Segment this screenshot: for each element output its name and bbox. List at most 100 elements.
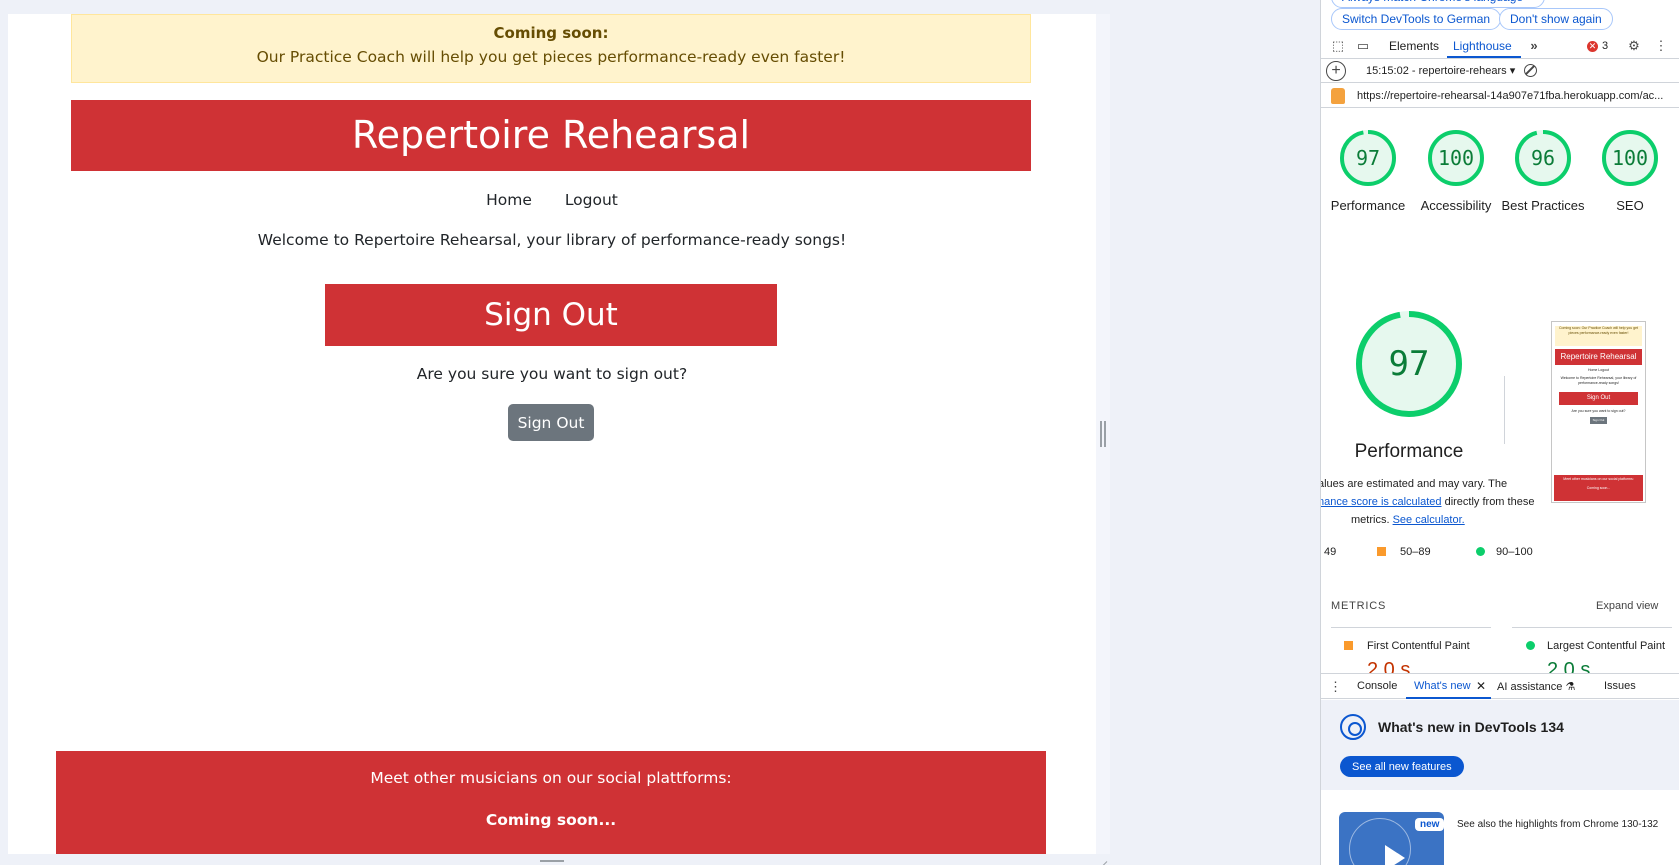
perf-note-line3-pre: metrics. bbox=[1351, 514, 1393, 526]
metric-name: Largest Contentful Paint bbox=[1547, 640, 1666, 652]
pass-circle-icon bbox=[1526, 641, 1535, 650]
thumb-announcement: Coming soon: Our Practice Coach will hel… bbox=[1555, 326, 1642, 346]
customize-menu-icon[interactable]: ⋮ bbox=[1654, 39, 1668, 53]
thumb-welcome: Welcome to Repertoire Rehearsal, your li… bbox=[1560, 376, 1637, 385]
nav-home-link[interactable]: Home bbox=[486, 191, 532, 209]
tab-elements[interactable]: Elements bbox=[1389, 39, 1439, 53]
lighthouse-logo-icon bbox=[1331, 88, 1345, 104]
tab-lighthouse[interactable]: Lighthouse bbox=[1453, 39, 1512, 53]
gauge-label: Best Practices bbox=[1501, 198, 1585, 213]
welcome-text: Welcome to Repertoire Rehearsal, your li… bbox=[257, 231, 847, 249]
active-drawer-tab-indicator bbox=[1406, 697, 1491, 699]
drawer-tabbar: ⋮ Console What's new ✕ AI assistance ⚗ I… bbox=[1321, 673, 1679, 699]
viewport-resize-handle[interactable] bbox=[1100, 421, 1106, 447]
lighthouse-toolbar: + 15:15:02 - repertoire-rehears ▾ bbox=[1321, 59, 1679, 83]
chrome-logo-icon bbox=[1340, 714, 1366, 740]
more-tabs-icon[interactable]: » bbox=[1527, 39, 1541, 53]
performance-big-gauge: 97 bbox=[1354, 309, 1464, 419]
big-gauge-value: 97 bbox=[1388, 344, 1430, 384]
gauge-value: 100 bbox=[1437, 146, 1475, 170]
main-nav: Home Logout bbox=[8, 191, 1096, 209]
score-calculation-link[interactable]: nance score is calculated bbox=[1321, 496, 1442, 508]
divider bbox=[1504, 376, 1505, 444]
legend-fail: 49 bbox=[1324, 546, 1337, 558]
viewport-corner-resize-handle[interactable] bbox=[1098, 854, 1108, 864]
see-all-features-button[interactable]: See all new features bbox=[1340, 756, 1464, 777]
report-selector[interactable]: 15:15:02 - repertoire-rehears ▾ bbox=[1366, 64, 1515, 77]
settings-gear-icon[interactable]: ⚙ bbox=[1627, 39, 1641, 53]
gauge-value: 97 bbox=[1355, 146, 1381, 170]
thumb-announcement-text: Coming soon: Our Practice Coach will hel… bbox=[1559, 326, 1638, 335]
gauge-value: 100 bbox=[1611, 146, 1649, 170]
metric-divider bbox=[1331, 627, 1491, 628]
thumb-footer: Meet other musicians on our social platf… bbox=[1554, 475, 1643, 501]
drawer-menu-icon[interactable]: ⋮ bbox=[1329, 679, 1342, 695]
thumb-confirm: Are you sure you want to sign out? bbox=[1571, 409, 1626, 413]
error-icon[interactable]: ✕ bbox=[1587, 41, 1598, 52]
thumb-button: Sign Out bbox=[1590, 417, 1607, 424]
new-badge: new bbox=[1415, 818, 1444, 831]
perf-note-line3: metrics. See calculator. bbox=[1351, 511, 1465, 529]
gauge-value: 96 bbox=[1530, 146, 1556, 170]
drawer-tab-ai-assistance[interactable]: AI assistance ⚗ bbox=[1497, 680, 1575, 693]
score-gauge-best-practices[interactable]: 96 bbox=[1514, 129, 1572, 187]
match-language-button[interactable]: Always match Chrome's language bbox=[1331, 0, 1545, 8]
announcement-text: Our Practice Coach will help you get pie… bbox=[256, 48, 846, 66]
gauge-label: Performance bbox=[1330, 198, 1406, 213]
report-url: https://repertoire-rehearsal-14a907e71fb… bbox=[1357, 90, 1664, 102]
gauge-label: SEO bbox=[1616, 198, 1644, 213]
expand-view-toggle[interactable]: Expand view bbox=[1596, 600, 1658, 612]
metrics-header: METRICS bbox=[1331, 600, 1387, 612]
signout-button[interactable]: Sign Out bbox=[508, 404, 594, 441]
legend-pass: 90–100 bbox=[1496, 546, 1533, 558]
see-calculator-link[interactable]: See calculator. bbox=[1393, 514, 1465, 526]
device-toolbar-icon[interactable]: ▭ bbox=[1356, 39, 1370, 53]
thumb-footer-soon: Coming soon... bbox=[1586, 486, 1611, 490]
drawer-tab-issues[interactable]: Issues bbox=[1604, 680, 1636, 692]
viewport-bottom-resize-handle[interactable] bbox=[540, 860, 564, 862]
play-icon bbox=[1385, 845, 1405, 865]
inspect-element-icon[interactable]: ⬚ bbox=[1331, 39, 1345, 53]
metric-name: First Contentful Paint bbox=[1367, 640, 1470, 652]
signout-confirm-text: Are you sure you want to sign out? bbox=[416, 365, 688, 383]
highlights-card[interactable]: new See also the highlights from Chrome … bbox=[1321, 793, 1679, 865]
announcement-banner: Coming soon: Our Practice Coach will hel… bbox=[71, 14, 1031, 83]
active-tab-indicator bbox=[1447, 56, 1521, 58]
average-square-icon bbox=[1344, 641, 1353, 650]
dont-show-again-button[interactable]: Don't show again bbox=[1499, 8, 1613, 30]
score-gauge-accessibility[interactable]: 100 bbox=[1427, 129, 1485, 187]
page-screenshot-thumbnail[interactable]: Coming soon: Our Practice Coach will hel… bbox=[1551, 321, 1646, 503]
thumb-header: Repertoire Rehearsal bbox=[1555, 349, 1642, 365]
devtools-panel: Always match Chrome's language Switch De… bbox=[1320, 0, 1679, 865]
new-report-icon[interactable]: + bbox=[1326, 61, 1346, 81]
footer-coming-soon: Coming soon... bbox=[485, 811, 617, 829]
announcement-title: Coming soon: bbox=[493, 24, 609, 42]
drawer-tab-ai-label: AI assistance bbox=[1497, 681, 1563, 693]
score-legend: 49 50–89 90–100 bbox=[1321, 546, 1679, 560]
perf-note-line2: nance score is calculated directly from … bbox=[1321, 493, 1535, 511]
whats-new-panel: What's new in DevTools 134 See all new f… bbox=[1321, 700, 1679, 790]
error-count[interactable]: 3 bbox=[1602, 40, 1608, 52]
site-header: Repertoire Rehearsal bbox=[71, 100, 1031, 171]
site-footer: Meet other musicians on our social platt… bbox=[56, 751, 1046, 854]
thumb-footer-line: Meet other musicians on our social platf… bbox=[1563, 477, 1634, 481]
close-tab-icon[interactable]: ✕ bbox=[1476, 679, 1486, 693]
video-thumbnail[interactable]: new bbox=[1339, 812, 1444, 865]
perf-note-line2-rest: directly from these bbox=[1441, 496, 1535, 508]
score-gauge-performance[interactable]: 97 bbox=[1339, 129, 1397, 187]
switch-language-button[interactable]: Switch DevTools to German bbox=[1331, 8, 1502, 30]
flask-icon: ⚗ bbox=[1565, 681, 1576, 693]
drawer-tab-whats-new[interactable]: What's new bbox=[1414, 680, 1471, 692]
highlights-text: See also the highlights from Chrome 130-… bbox=[1457, 819, 1659, 830]
footer-social-text: Meet other musicians on our social platt… bbox=[370, 769, 732, 787]
clear-reports-icon[interactable] bbox=[1524, 64, 1537, 77]
pass-circle-icon bbox=[1476, 547, 1485, 556]
perf-note-line1: alues are estimated and may vary. The bbox=[1320, 478, 1508, 490]
nav-logout-link[interactable]: Logout bbox=[565, 191, 618, 209]
average-square-icon bbox=[1377, 547, 1386, 556]
signout-heading: Sign Out bbox=[325, 284, 777, 346]
devtools-tabbar: ⬚ ▭ Elements Lighthouse » ✕ 3 ⚙ ⋮ bbox=[1321, 35, 1679, 59]
score-gauge-seo[interactable]: 100 bbox=[1601, 129, 1659, 187]
whats-new-title: What's new in DevTools 134 bbox=[1378, 719, 1564, 735]
drawer-tab-console[interactable]: Console bbox=[1357, 680, 1397, 692]
